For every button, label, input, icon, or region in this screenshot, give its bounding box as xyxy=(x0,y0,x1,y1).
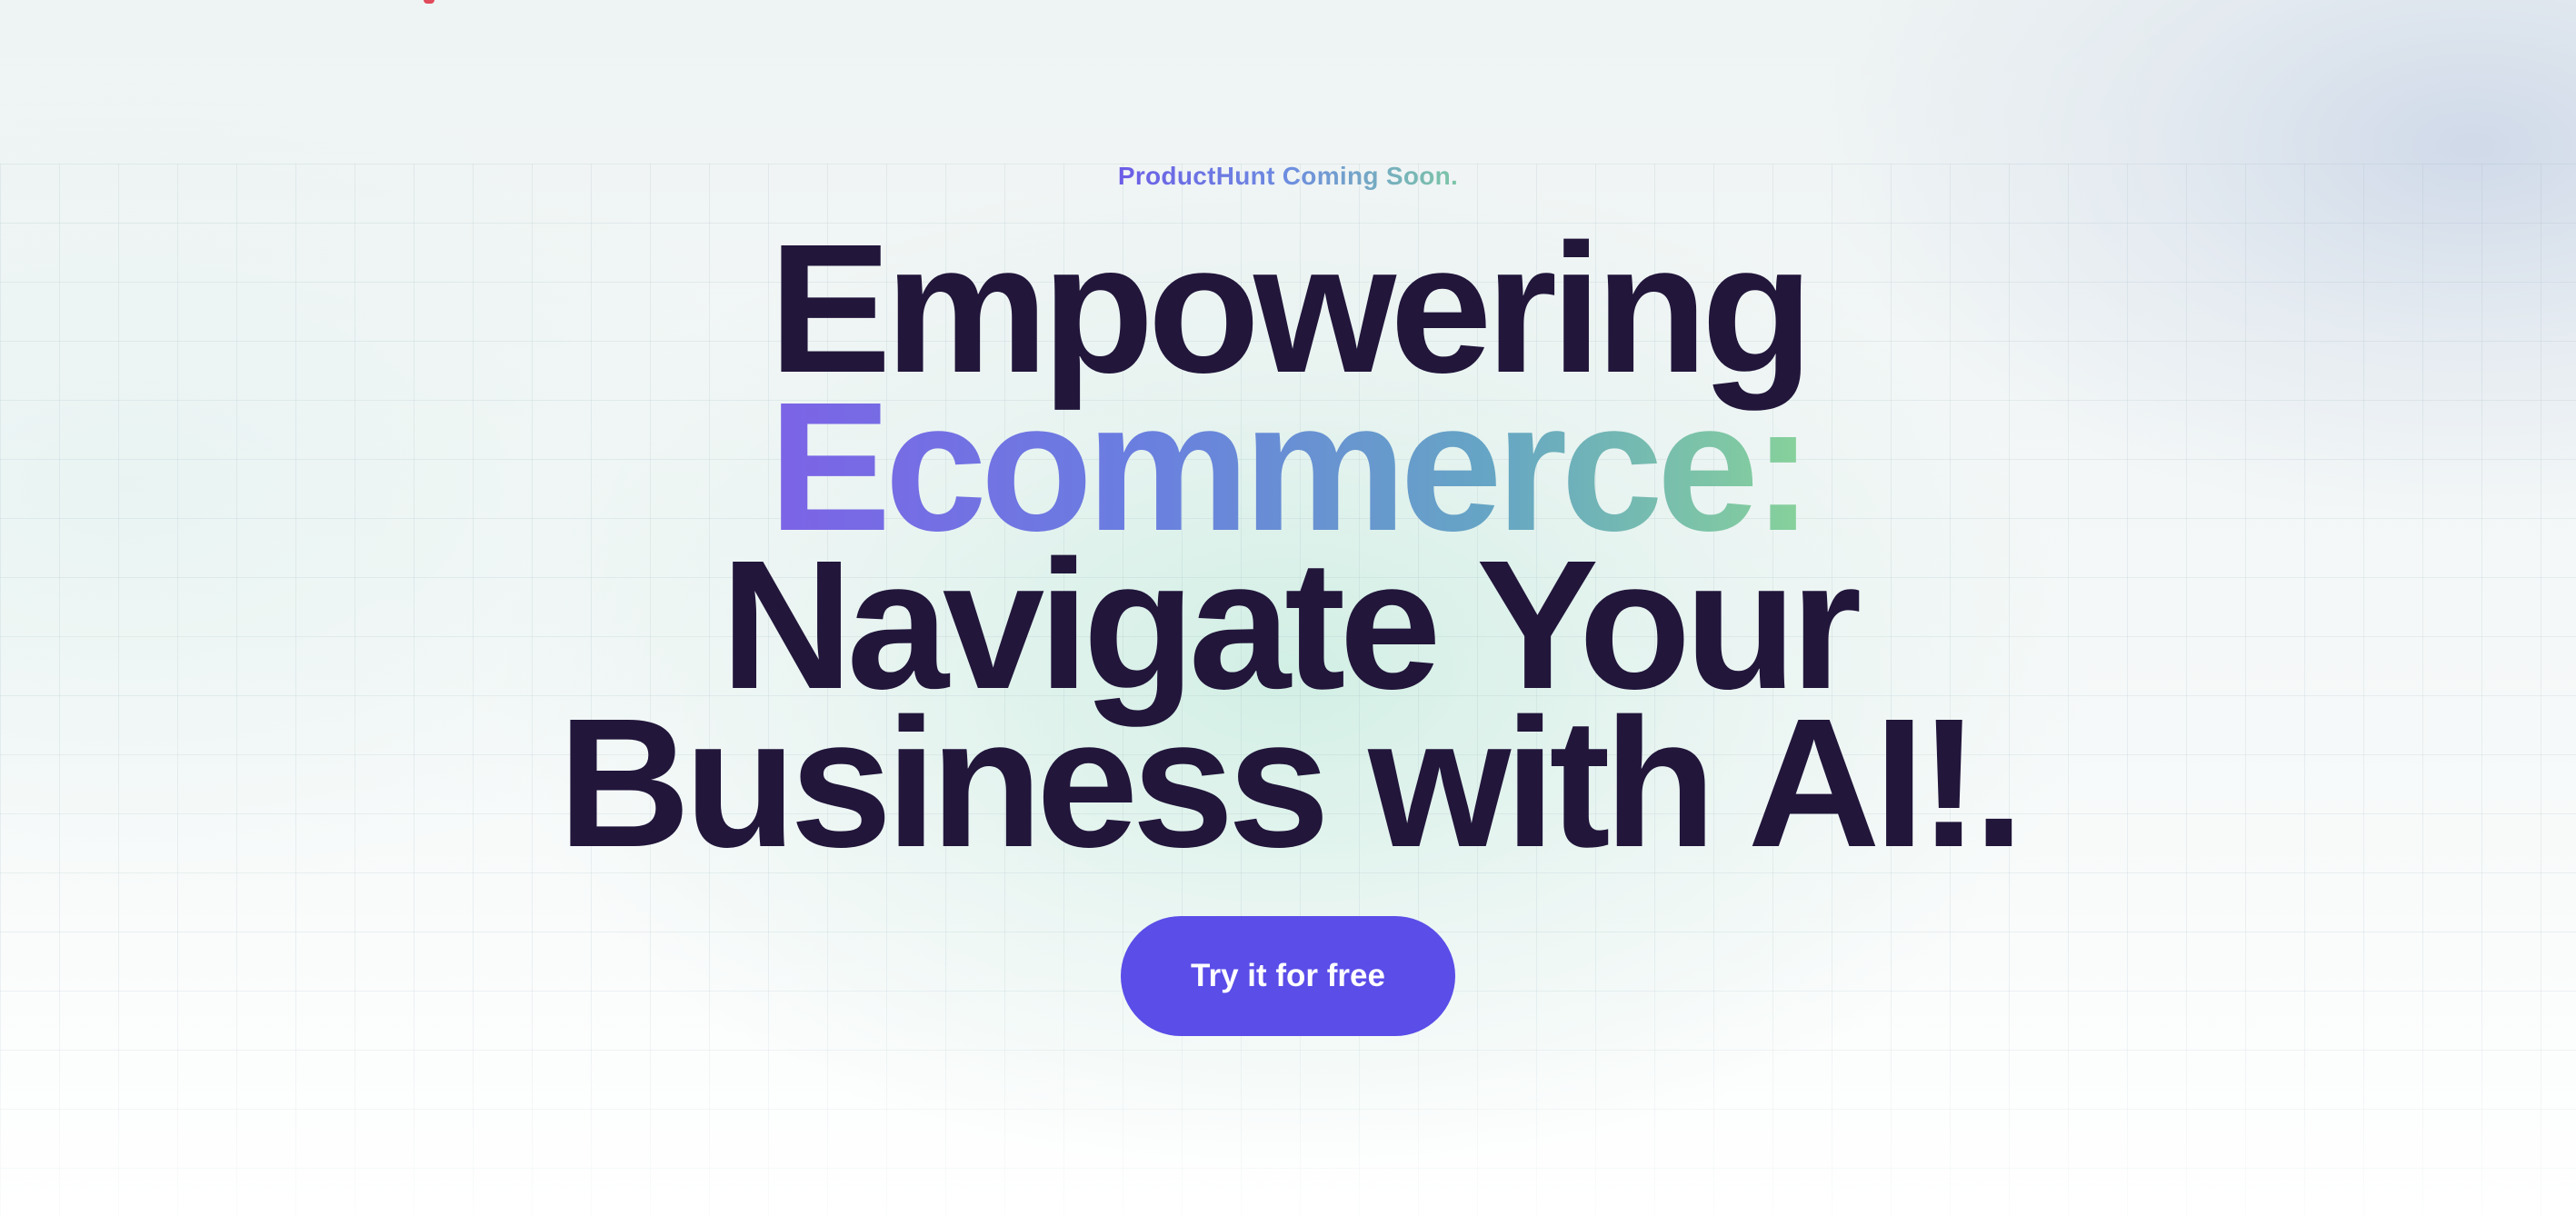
hero-section: ProductHunt Coming Soon. Empowering Ecom… xyxy=(0,0,2576,1216)
eyebrow-text: ProductHunt Coming Soon. xyxy=(1117,162,1459,190)
headline-line-4: Business with AI!. xyxy=(557,680,2024,885)
try-free-button[interactable]: Try it for free xyxy=(1121,916,1455,1036)
hero-headline: Empowering Ecommerce: Navigate Your Busi… xyxy=(557,216,2024,885)
